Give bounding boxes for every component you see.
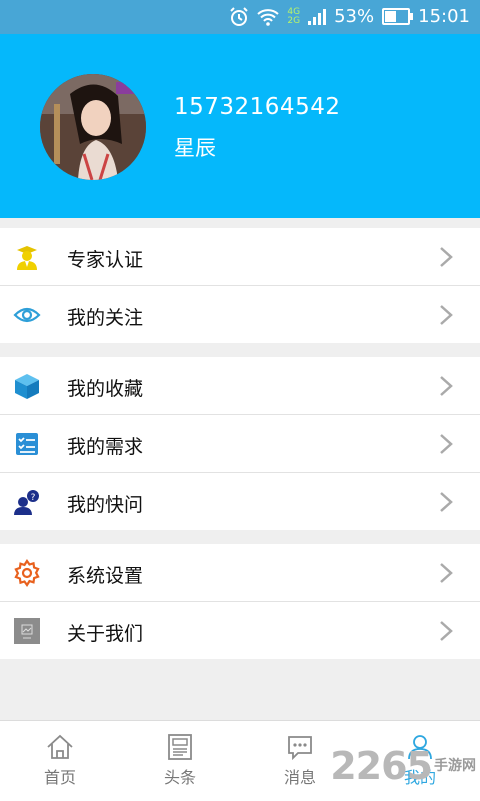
phone-number: 15732164542 [174,94,341,120]
profile-header: 15732164542 星辰 [0,34,480,218]
menu-item-label: 我的关注 [67,307,144,329]
message-icon [288,736,312,761]
gear-icon [14,559,40,587]
home-icon [47,734,73,759]
nickname: 星辰 [174,136,216,160]
status-icons: 4G 2G 53% 15:01 [229,6,470,27]
chevron-right-icon [440,305,453,325]
network-type: 4G 2G [287,7,301,26]
menu-item-about-us[interactable]: 关于我们 [0,602,480,659]
status-bar: 4G 2G 53% 15:01 [0,0,480,34]
menu-item-label: 关于我们 [67,623,144,645]
chevron-right-icon [440,621,453,641]
chevron-right-icon [440,563,453,583]
menu-group-1: 专家认证 我的关注 [0,228,480,343]
svg-text:?: ? [31,493,36,503]
tab-home[interactable]: 首页 [0,721,120,801]
battery-percent: 53% [334,6,375,27]
watermark-number: 2265 [330,744,433,788]
chevron-right-icon [440,434,453,454]
cube-icon [15,374,39,399]
tab-label: 首页 [43,768,76,787]
signal-icon [308,8,327,25]
network-bottom: 2G [287,15,301,26]
menu-item-my-quick-questions[interactable]: ? 我的快问 [0,473,480,530]
user-question-icon: ? [14,490,39,515]
avatar-image [40,74,146,180]
clock: 15:01 [418,6,470,27]
menu-item-expert-certification[interactable]: 专家认证 [0,228,480,286]
menu-item-label: 我的快问 [67,494,144,516]
battery-fill [385,11,396,22]
checklist-icon [16,433,38,455]
menu-group-2: 我的收藏 我的需求 ? 我的快问 [0,357,480,530]
watermark-text: 手游网 [434,757,476,774]
menu-item-label: 系统设置 [67,565,144,587]
menu-item-label: 专家认证 [67,249,144,271]
chevron-right-icon [440,247,453,267]
menu-item-label: 我的需求 [67,436,144,458]
avatar[interactable] [40,74,146,180]
menu-item-my-favorites[interactable]: 我的收藏 [0,357,480,415]
tab-headlines[interactable]: 头条 [120,721,240,801]
watermark: 2265 手游网 [330,744,476,788]
expert-badge-icon [17,246,37,270]
menu-group-3: 系统设置 关于我们 [0,544,480,659]
alarm-icon [230,6,249,26]
chevron-right-icon [440,376,453,396]
eye-icon [13,307,41,323]
menu-item-system-settings[interactable]: 系统设置 [0,544,480,602]
menu-item-label: 我的收藏 [67,378,144,400]
newspaper-icon [168,734,192,760]
menu-item-my-needs[interactable]: 我的需求 [0,415,480,473]
about-image-icon [14,618,40,644]
tab-label: 头条 [163,768,196,787]
battery-icon [382,8,414,25]
wifi-icon [257,8,280,26]
menu-item-my-follows[interactable]: 我的关注 [0,286,480,343]
chevron-right-icon [440,492,453,512]
